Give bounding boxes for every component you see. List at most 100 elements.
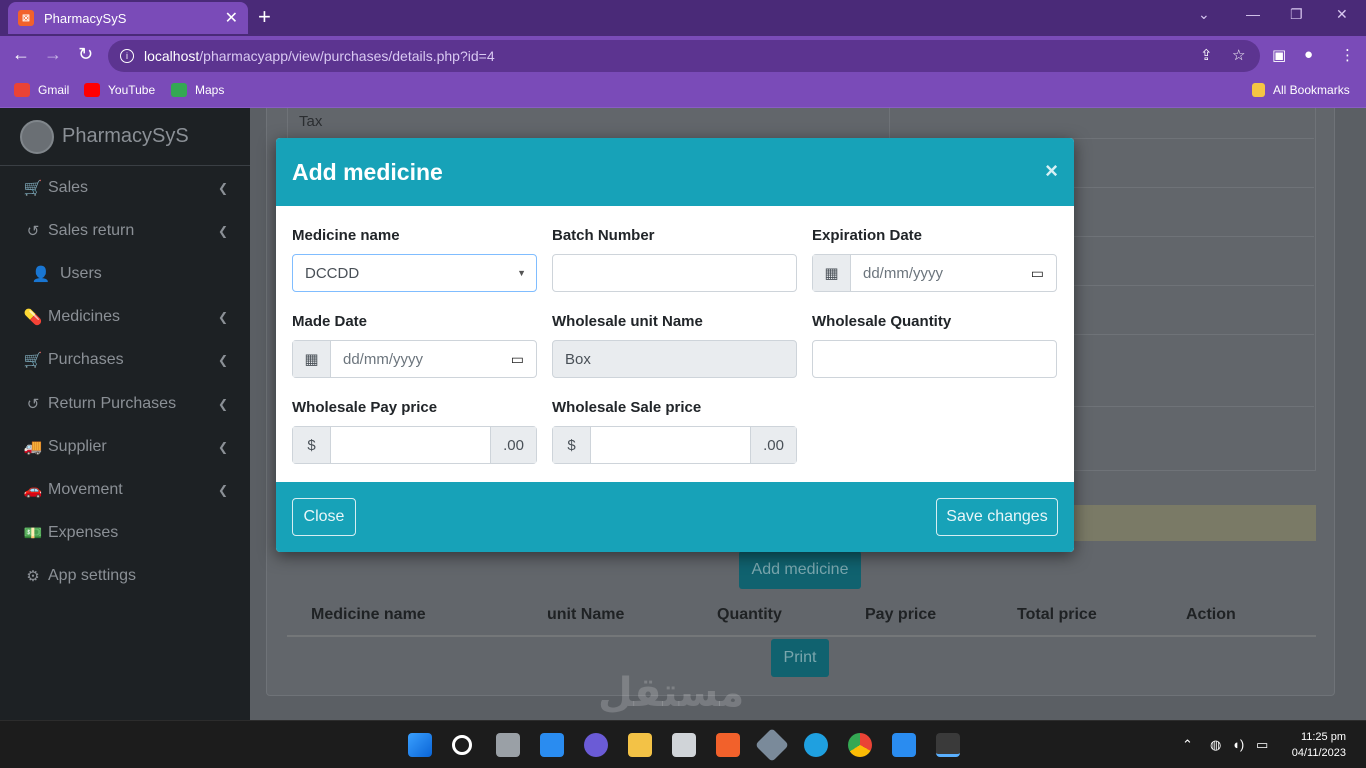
battery-icon[interactable]: ▭ <box>1256 737 1268 753</box>
date-picker-icon[interactable]: ▭ <box>511 351 524 368</box>
browser-tab[interactable]: ⊠ PharmacySyS ✕ <box>8 2 248 34</box>
sidebar-item-users[interactable]: 👤 Users <box>0 252 250 295</box>
wholesale-sale-price-input[interactable]: $ .00 <box>552 426 797 464</box>
maximize-icon[interactable]: ❐ <box>1290 6 1303 23</box>
xampp-icon[interactable] <box>716 733 740 757</box>
chevron-left-icon: ❮ <box>217 482 228 497</box>
tax-label: Tax <box>299 113 323 130</box>
chrome-icon[interactable] <box>848 733 872 757</box>
app-favicon-icon: ⊠ <box>18 10 34 26</box>
chevron-left-icon: ❮ <box>217 223 228 238</box>
currency-prefix: $ <box>293 427 331 463</box>
active-app-icon[interactable] <box>936 733 960 757</box>
modal-close-icon[interactable]: × <box>1045 158 1058 184</box>
bookmark-label: YouTube <box>108 83 156 97</box>
start-icon[interactable] <box>408 733 432 757</box>
brand-name: PharmacySyS <box>62 125 189 147</box>
window-close-icon[interactable]: ✕ <box>1336 6 1348 23</box>
sidebar-item-label: Return Purchases <box>48 394 177 412</box>
car-icon: 🚗 <box>23 481 43 499</box>
th-action: Action <box>1186 606 1236 623</box>
wholesale-pay-price-input[interactable]: $ .00 <box>292 426 537 464</box>
made-date-label: Made Date <box>292 313 368 330</box>
brand[interactable]: PharmacySyS <box>0 108 250 166</box>
sidebar-item-purchases[interactable]: 🛒 Purchases ❮ <box>0 339 250 382</box>
task-view-icon[interactable] <box>496 733 520 757</box>
address-bar[interactable]: i localhost/pharmacyapp/view/purchases/d… <box>108 40 1260 72</box>
back-icon[interactable]: ← <box>12 44 30 65</box>
tab-close-icon[interactable]: ✕ <box>225 8 238 28</box>
medicine-name-select[interactable]: DCCDD ▼ <box>292 254 537 292</box>
decimal-suffix: .00 <box>750 427 796 463</box>
th-unit-name: unit Name <box>547 606 625 623</box>
print-button[interactable]: Print <box>771 639 829 677</box>
vscode-icon[interactable] <box>892 733 916 757</box>
date-picker-icon[interactable]: ▭ <box>1031 265 1044 282</box>
tab-search-icon[interactable]: ⌄ <box>1198 6 1210 23</box>
clock[interactable]: 11:25 pm 04/11/2023 <box>1292 729 1346 761</box>
th-medicine-name: Medicine name <box>311 606 426 623</box>
bookmark-gmail[interactable]: Gmail <box>14 83 69 97</box>
wholesale-unit-name-label: Wholesale unit Name <box>552 313 703 330</box>
profile-icon[interactable]: ● <box>1304 46 1313 63</box>
sidebar-item-medicines[interactable]: 💊 Medicines ❮ <box>0 296 250 339</box>
sidebar-item-supplier[interactable]: 🚚 Supplier ❮ <box>0 425 250 468</box>
medicine-name-label: Medicine name <box>292 227 400 244</box>
add-medicine-button[interactable]: Add medicine <box>739 551 861 589</box>
save-changes-button[interactable]: Save changes <box>936 498 1058 536</box>
batch-number-label: Batch Number <box>552 227 655 244</box>
sidebar-item-sales-return[interactable]: ↺ Sales return ❮ <box>0 209 250 252</box>
chevron-up-icon[interactable]: ⌃ <box>1182 737 1193 753</box>
chevron-down-icon: ▼ <box>517 268 526 278</box>
volume-icon[interactable]: ◖) <box>1232 737 1244 752</box>
menu-icon[interactable]: ⋮ <box>1340 46 1355 64</box>
chevron-left-icon: ❮ <box>217 180 228 195</box>
sidepanel-icon[interactable]: ▣ <box>1272 46 1286 64</box>
bookmark-maps[interactable]: Maps <box>171 83 224 97</box>
expiration-date-input[interactable]: ▦ dd/mm/yyyy ▭ <box>812 254 1057 292</box>
wholesale-quantity-input[interactable] <box>812 340 1057 378</box>
file-explorer-icon[interactable] <box>628 733 652 757</box>
sidebar-item-return-purchases[interactable]: ↺ Return Purchases ❮ <box>0 382 250 425</box>
url-path: /pharmacyapp/view/purchases/details.php?… <box>199 48 495 64</box>
sidebar-item-label: Expenses <box>48 524 119 542</box>
minimize-icon[interactable]: — <box>1246 6 1260 22</box>
user-icon: 👤 <box>31 265 51 283</box>
edge-icon[interactable] <box>804 733 828 757</box>
close-button[interactable]: Close <box>292 498 356 536</box>
sidebar-item-app-settings[interactable]: ⚙ App settings <box>0 555 250 598</box>
git-icon[interactable] <box>755 728 789 762</box>
chevron-left-icon: ❮ <box>217 353 228 368</box>
taskbar: ⌃ ◍ ◖) ▭ 11:25 pm 04/11/2023 <box>0 720 1366 768</box>
widgets-icon[interactable] <box>540 733 564 757</box>
reload-icon[interactable]: ↻ <box>78 44 93 65</box>
th-total-price: Total price <box>1017 606 1097 623</box>
teams-icon[interactable] <box>584 733 608 757</box>
made-date-input[interactable]: ▦ dd/mm/yyyy ▭ <box>292 340 537 378</box>
sidebar-item-label: Supplier <box>48 437 107 455</box>
forward-icon[interactable]: → <box>44 44 62 65</box>
gmail-icon <box>14 83 30 97</box>
currency-prefix: $ <box>553 427 591 463</box>
clock-date: 04/11/2023 <box>1291 747 1346 759</box>
bookmark-star-icon[interactable]: ☆ <box>1232 46 1245 64</box>
sidebar: PharmacySyS 🛒 Sales ❮ ↺ Sales return ❮ 👤 User… <box>0 108 250 720</box>
store-icon[interactable] <box>672 733 696 757</box>
new-tab-button[interactable]: + <box>258 4 271 30</box>
money-icon: 💵 <box>23 525 43 543</box>
share-icon[interactable]: ⇪ <box>1200 46 1213 64</box>
sidebar-item-label: Purchases <box>48 351 124 369</box>
sidebar-item-sales[interactable]: 🛒 Sales ❮ <box>0 166 250 209</box>
sidebar-item-expenses[interactable]: 💵 Expenses <box>0 512 250 555</box>
bookmarks-bar: Gmail YouTube Maps All Bookmarks <box>0 76 1366 108</box>
medicines-table-header: Medicine name unit Name Quantity Pay pri… <box>287 595 1316 637</box>
all-bookmarks[interactable]: All Bookmarks <box>1252 83 1350 97</box>
batch-number-input[interactable] <box>552 254 797 292</box>
cart-icon: 🛒 <box>23 179 43 197</box>
site-info-icon[interactable]: i <box>120 49 134 63</box>
bookmark-youtube[interactable]: YouTube <box>84 83 155 97</box>
search-icon[interactable] <box>452 735 472 755</box>
language-icon[interactable]: ◍ <box>1210 737 1221 753</box>
sidebar-item-movement[interactable]: 🚗 Movement ❮ <box>0 468 250 511</box>
chevron-left-icon: ❮ <box>217 310 228 325</box>
